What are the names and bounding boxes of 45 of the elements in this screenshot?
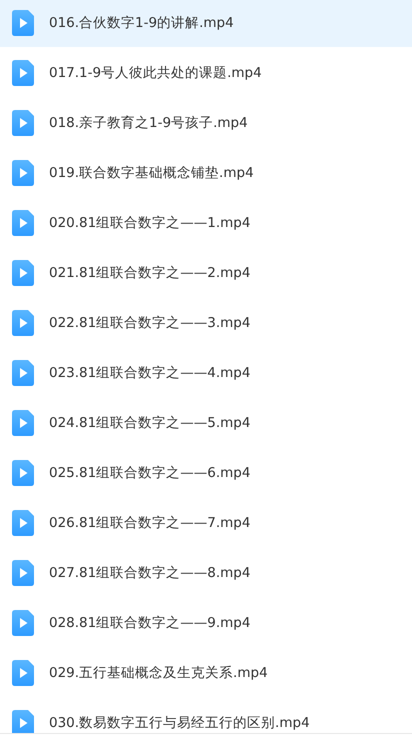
file-row[interactable]: 026.81组联合数字之——7.mp4 — [0, 500, 412, 550]
video-file-icon — [12, 710, 34, 733]
file-name: 017.1-9号人彼此共处的课题.mp4 — [49, 64, 262, 82]
video-file-icon — [12, 10, 34, 36]
file-name: 030.数易数字五行与易经五行的区别.mp4 — [49, 714, 310, 732]
file-row[interactable]: 025.81组联合数字之——6.mp4 — [0, 450, 412, 500]
video-file-icon — [12, 660, 34, 686]
file-row[interactable]: 019.联合数字基础概念铺垫.mp4 — [0, 150, 412, 200]
file-row[interactable]: 016.合伙数字1-9的讲解.mp4 — [0, 0, 412, 47]
file-row[interactable]: 030.数易数字五行与易经五行的区别.mp4 — [0, 700, 412, 733]
file-row[interactable]: 022.81组联合数字之——3.mp4 — [0, 300, 412, 350]
file-name: 026.81组联合数字之——7.mp4 — [49, 514, 250, 532]
video-file-icon — [12, 110, 34, 136]
file-row[interactable]: 023.81组联合数字之——4.mp4 — [0, 350, 412, 400]
video-file-icon — [12, 210, 34, 236]
file-name: 028.81组联合数字之——9.mp4 — [49, 614, 250, 632]
file-row[interactable]: 020.81组联合数字之——1.mp4 — [0, 200, 412, 250]
file-row[interactable]: 027.81组联合数字之——8.mp4 — [0, 550, 412, 600]
file-name: 019.联合数字基础概念铺垫.mp4 — [49, 164, 254, 182]
video-file-icon — [12, 460, 34, 486]
file-name: 027.81组联合数字之——8.mp4 — [49, 564, 250, 582]
video-file-icon — [12, 410, 34, 436]
video-file-icon — [12, 60, 34, 86]
video-file-icon — [12, 560, 34, 586]
file-row[interactable]: 018.亲子教育之1-9号孩子.mp4 — [0, 100, 412, 150]
file-name: 022.81组联合数字之——3.mp4 — [49, 314, 250, 332]
file-name: 024.81组联合数字之——5.mp4 — [49, 414, 250, 432]
file-name: 029.五行基础概念及生克关系.mp4 — [49, 664, 268, 682]
file-name: 023.81组联合数字之——4.mp4 — [49, 364, 250, 382]
file-row[interactable]: 017.1-9号人彼此共处的课题.mp4 — [0, 50, 412, 100]
file-row[interactable]: 021.81组联合数字之——2.mp4 — [0, 250, 412, 300]
video-file-icon — [12, 360, 34, 386]
file-row[interactable]: 029.五行基础概念及生克关系.mp4 — [0, 650, 412, 700]
file-name: 020.81组联合数字之——1.mp4 — [49, 214, 250, 232]
file-name: 016.合伙数字1-9的讲解.mp4 — [49, 14, 234, 32]
file-name: 025.81组联合数字之——6.mp4 — [49, 464, 250, 482]
file-name: 018.亲子教育之1-9号孩子.mp4 — [49, 114, 248, 132]
file-row[interactable]: 024.81组联合数字之——5.mp4 — [0, 400, 412, 450]
video-file-icon — [12, 260, 34, 286]
video-file-icon — [12, 510, 34, 536]
video-file-icon — [12, 310, 34, 336]
video-file-icon — [12, 610, 34, 636]
video-file-icon — [12, 160, 34, 186]
file-name: 021.81组联合数字之——2.mp4 — [49, 264, 250, 282]
file-row[interactable]: 028.81组联合数字之——9.mp4 — [0, 600, 412, 650]
